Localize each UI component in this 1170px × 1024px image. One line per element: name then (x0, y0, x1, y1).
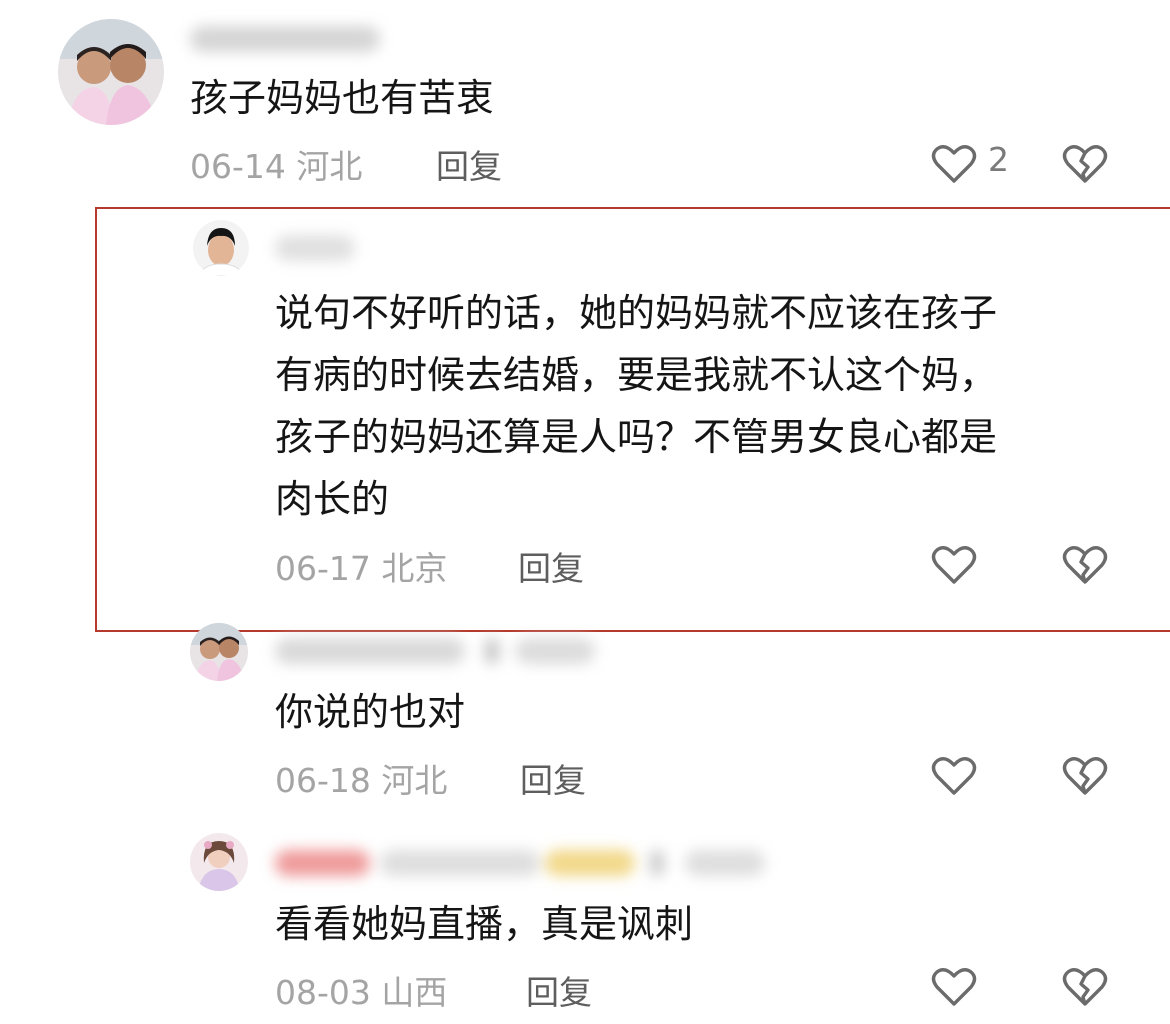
comment-date: 06-17 (275, 549, 371, 588)
reply-button[interactable]: 回复 (518, 542, 584, 590)
comment-line: 说句不好听的话，她的妈妈就不应该在孩子 (275, 291, 998, 335)
like-count: 2 (988, 140, 1009, 179)
username-blurred[interactable] (190, 18, 390, 58)
username-blurred[interactable] (275, 842, 775, 882)
comment-date: 08-03 (275, 973, 371, 1012)
reply-button[interactable]: 回复 (520, 754, 586, 802)
avatar[interactable] (190, 833, 248, 891)
broken-heart-icon[interactable] (1062, 143, 1108, 185)
heart-outline-icon[interactable] (931, 544, 977, 586)
broken-heart-icon[interactable] (1062, 755, 1108, 797)
avatar[interactable] (58, 19, 164, 125)
comment-location: 河北 (381, 761, 448, 800)
comment-location: 河北 (296, 147, 363, 186)
username-blurred[interactable] (275, 630, 605, 670)
heart-outline-icon[interactable] (931, 143, 977, 185)
comment-line: 孩子的妈妈还算是人吗？不管男女良心都是 (275, 415, 998, 459)
avatar[interactable] (193, 220, 249, 276)
broken-heart-icon[interactable] (1062, 966, 1108, 1008)
comment-date-location: 06-14 河北 (190, 140, 362, 188)
heart-outline-icon[interactable] (931, 755, 977, 797)
comment-line: 看看她妈直播，真是讽刺 (275, 902, 694, 946)
comment-location: 北京 (381, 549, 448, 588)
comment-date-location: 06-17 北京 (275, 542, 447, 590)
reply-button[interactable]: 回复 (526, 966, 592, 1014)
comment-line: 孩子妈妈也有苦衷 (190, 76, 495, 120)
comment-date-location: 06-18 河北 (275, 754, 447, 802)
comment-text: 你说的也对 (275, 681, 465, 743)
comment-date: 06-18 (275, 761, 371, 800)
avatar[interactable] (190, 623, 248, 681)
comment-text: 孩子妈妈也有苦衷 (190, 67, 494, 129)
comment-text: 说句不好听的话，她的妈妈就不应该在孩子 有病的时候去结婚，要是我就不认这个妈， … (275, 282, 997, 530)
comment-text: 看看她妈直播，真是讽刺 (275, 893, 693, 955)
comment-line: 你说的也对 (275, 690, 466, 734)
comment-location: 山西 (381, 973, 448, 1012)
broken-heart-icon[interactable] (1062, 544, 1108, 586)
comment-line: 有病的时候去结婚，要是我就不认这个妈， (275, 353, 998, 397)
comment-line: 肉长的 (275, 477, 390, 521)
comment-date: 06-14 (190, 147, 286, 186)
username-blurred[interactable] (275, 227, 375, 267)
reply-button[interactable]: 回复 (436, 140, 502, 188)
heart-outline-icon[interactable] (931, 966, 977, 1008)
comment-date-location: 08-03 山西 (275, 966, 447, 1014)
